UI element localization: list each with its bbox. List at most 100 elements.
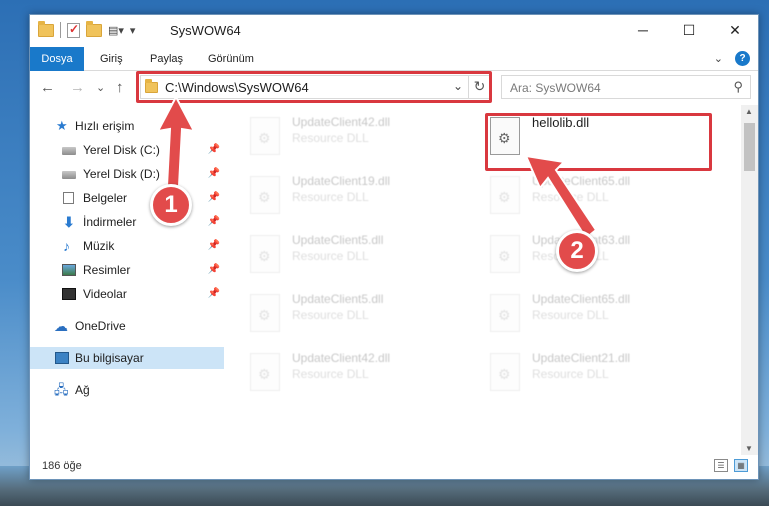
minimize-button[interactable]: ─ <box>620 15 666 45</box>
disk-icon <box>62 147 76 155</box>
dll-file-icon <box>250 294 280 332</box>
documents-icon <box>63 192 74 204</box>
customize-toolbar-icon[interactable]: ▤▾ <box>108 24 124 37</box>
step-badge-1: 1 <box>150 184 192 226</box>
tab-view[interactable]: Görünüm <box>208 47 254 71</box>
properties-icon[interactable] <box>67 22 80 38</box>
file-name: UpdateClient19.dll <box>292 174 391 188</box>
file-description: Resource DLL <box>532 308 609 322</box>
sidebar-item-this-pc[interactable]: Bu bilgisayar <box>30 347 224 369</box>
file-item[interactable]: UpdateClient5.dll Resource DLL <box>250 288 480 338</box>
pin-icon[interactable]: 📌 <box>208 211 220 233</box>
status-bar: 186 öğe ☰ ▦ <box>30 455 758 479</box>
dll-file-icon <box>490 353 520 391</box>
tab-home[interactable]: Giriş <box>100 47 123 71</box>
search-box[interactable]: Ara: SysWOW64 ⚲ <box>501 75 751 99</box>
file-description: Resource DLL <box>292 190 369 204</box>
dll-file-icon <box>490 176 520 214</box>
file-item[interactable]: UpdateClient42.dll Resource DLL <box>250 111 480 161</box>
window-title: SysWOW64 <box>170 23 241 38</box>
file-description: Resource DLL <box>292 249 369 263</box>
maximize-button[interactable]: ☐ <box>666 15 712 45</box>
sidebar-item-label: Resimler <box>83 263 131 277</box>
file-description: Resource DLL <box>292 308 369 322</box>
view-toggle: ☰ ▦ <box>714 459 748 472</box>
search-icon[interactable]: ⚲ <box>733 79 743 95</box>
file-name: UpdateClient5.dll <box>292 292 384 306</box>
item-count: 186 öğe <box>42 460 82 472</box>
expand-ribbon-icon[interactable]: ⌄ <box>714 52 723 65</box>
file-item[interactable]: UpdateClient65.dll Resource DLL <box>490 288 720 338</box>
ribbon-right-controls: ⌄ ? <box>714 51 750 66</box>
back-arrow-icon[interactable]: ← <box>40 79 55 96</box>
file-item[interactable]: UpdateClient19.dll Resource DLL <box>250 170 480 220</box>
dll-file-icon <box>250 353 280 391</box>
file-item[interactable]: UpdateClient42.dll Resource DLL <box>250 347 480 397</box>
sidebar-item-label: İndirmeler <box>83 215 137 229</box>
disk-icon <box>62 171 76 179</box>
recent-locations-icon[interactable]: ⌄ <box>96 81 105 94</box>
file-description: Resource DLL <box>532 367 609 381</box>
toolbar-separator <box>60 22 61 38</box>
forward-arrow-icon[interactable]: → <box>70 79 85 96</box>
folder-icon <box>38 20 54 37</box>
file-description: Resource DLL <box>292 367 369 381</box>
pin-icon[interactable]: 📌 <box>208 235 220 257</box>
dll-file-icon <box>490 294 520 332</box>
tab-share[interactable]: Paylaş <box>150 47 183 71</box>
dll-file-icon <box>490 235 520 273</box>
file-item[interactable]: UpdateClient5.dll Resource DLL <box>250 229 480 279</box>
sidebar-item-label: Ağ <box>75 383 90 397</box>
scroll-up-icon[interactable]: ▲ <box>745 107 753 116</box>
sidebar-item-pictures[interactable]: Resimler 📌 <box>30 259 224 281</box>
computer-icon <box>55 352 69 364</box>
file-name: UpdateClient65.dll <box>532 292 631 306</box>
quick-access-toolbar: ▤▾ ▾ <box>38 20 136 38</box>
tiles-view-icon[interactable]: ▦ <box>734 459 748 472</box>
cloud-icon: ☁ <box>54 318 68 334</box>
sidebar-item-label: OneDrive <box>75 319 126 333</box>
step-badge-2: 2 <box>556 230 598 272</box>
file-name: UpdateClient42.dll <box>292 115 391 129</box>
file-name: UpdateClient5.dll <box>292 233 384 247</box>
pin-icon[interactable]: 📌 <box>208 139 220 161</box>
dll-file-icon <box>250 235 280 273</box>
up-arrow-icon[interactable]: ↑ <box>116 79 124 96</box>
scroll-down-icon[interactable]: ▼ <box>745 444 753 453</box>
search-input[interactable]: Ara: SysWOW64 <box>510 81 601 95</box>
title-bar: ▤▾ ▾ SysWOW64 ─ ☐ ✕ <box>30 15 758 47</box>
download-icon: ⬇ <box>63 214 75 230</box>
file-list: UpdateClient42.dll Resource DLL UpdateCl… <box>226 105 740 455</box>
pictures-icon <box>62 264 76 276</box>
sidebar-item-label: Bu bilgisayar <box>75 351 144 365</box>
vertical-scrollbar[interactable]: ▲ ▼ <box>741 105 758 455</box>
file-item[interactable]: UpdateClient21.dll Resource DLL <box>490 347 720 397</box>
file-description: Resource DLL <box>292 131 369 145</box>
sidebar-item-label: Videolar <box>83 287 127 301</box>
toolbar-dropdown-icon[interactable]: ▾ <box>130 24 136 37</box>
network-icon: 🖧 <box>54 382 69 397</box>
sidebar-item-label: Müzik <box>83 239 115 253</box>
star-icon: ★ <box>56 118 68 133</box>
details-view-icon[interactable]: ☰ <box>714 459 728 472</box>
scroll-thumb[interactable] <box>744 123 755 171</box>
sidebar-item-network[interactable]: 🖧 Ağ <box>30 379 224 401</box>
new-folder-icon[interactable] <box>86 20 102 37</box>
sidebar-item-videos[interactable]: Videolar 📌 <box>30 283 224 305</box>
pin-icon[interactable]: 📌 <box>208 163 220 185</box>
close-button[interactable]: ✕ <box>712 15 758 45</box>
pin-icon[interactable]: 📌 <box>208 283 220 305</box>
videos-icon <box>62 288 76 300</box>
help-icon[interactable]: ? <box>735 51 750 66</box>
pin-icon[interactable]: 📌 <box>208 187 220 209</box>
sidebar-item-onedrive[interactable]: ☁ OneDrive <box>30 315 224 337</box>
dll-file-icon <box>250 117 280 155</box>
dll-file-icon <box>250 176 280 214</box>
sidebar-item-music[interactable]: ♪ Müzik 📌 <box>30 235 224 257</box>
ribbon-tabs: Dosya Giriş Paylaş Görünüm ⌄ ? <box>30 47 758 71</box>
sidebar-item-label: Hızlı erişim <box>75 119 135 133</box>
file-name: UpdateClient21.dll <box>532 351 631 365</box>
pin-icon[interactable]: 📌 <box>208 259 220 281</box>
window-controls: ─ ☐ ✕ <box>620 15 758 45</box>
tab-file[interactable]: Dosya <box>30 47 84 71</box>
